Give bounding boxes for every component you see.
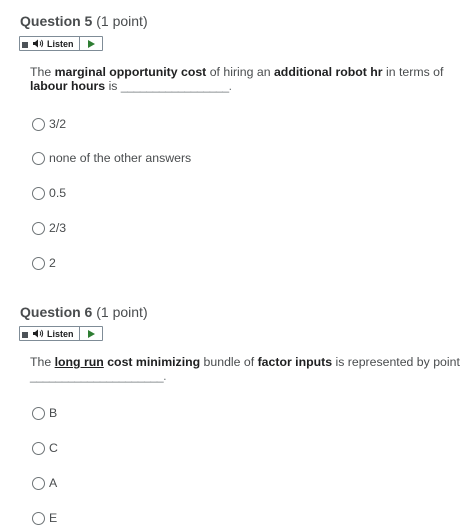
listen-widget: Listen <box>19 326 103 341</box>
choice-q5-2[interactable]: none of the other answers <box>32 151 191 165</box>
question-6-stem: The long run cost minimizing bundle of f… <box>30 355 460 383</box>
choice-q6-3[interactable]: A <box>32 476 57 490</box>
play-button[interactable] <box>80 329 102 338</box>
play-icon <box>87 329 95 338</box>
speaker-icon <box>33 39 44 48</box>
radio-button[interactable] <box>32 117 45 131</box>
speaker-icon <box>33 329 44 338</box>
radio-button[interactable] <box>32 406 45 420</box>
choice-q6-2[interactable]: C <box>32 441 58 455</box>
listen-widget: Listen <box>19 36 103 51</box>
choice-q5-5[interactable]: 2 <box>32 256 56 270</box>
choice-label: 2 <box>49 256 56 270</box>
menu-icon[interactable] <box>20 37 30 50</box>
question-5-header: Question 5 (1 point) <box>20 13 148 29</box>
question-points: (1 point) <box>96 13 148 29</box>
question-6-header: Question 6 (1 point) <box>20 304 148 320</box>
choice-label: none of the other answers <box>49 151 192 165</box>
choice-label: A <box>49 476 58 490</box>
question-title: Question 5 <box>20 13 93 29</box>
choice-label: 0.5 <box>49 186 67 200</box>
listen-label: Listen <box>47 328 74 339</box>
radio-button[interactable] <box>32 221 45 235</box>
choice-q5-1[interactable]: 3/2 <box>32 117 66 131</box>
radio-button[interactable] <box>32 186 45 200</box>
listen-button[interactable]: Listen <box>30 327 80 340</box>
radio-button[interactable] <box>32 476 45 490</box>
question-points: (1 point) <box>96 304 148 320</box>
play-button[interactable] <box>80 39 102 48</box>
choice-label: 2/3 <box>49 221 67 235</box>
choice-label: B <box>49 406 58 420</box>
choice-label: E <box>49 511 58 525</box>
choice-q5-3[interactable]: 0.5 <box>32 186 66 200</box>
choice-label: C <box>49 441 58 455</box>
choice-label: 3/2 <box>49 117 67 131</box>
menu-icon[interactable] <box>20 327 30 340</box>
listen-label: Listen <box>47 38 74 49</box>
choice-q5-4[interactable]: 2/3 <box>32 221 66 235</box>
play-icon <box>87 39 95 48</box>
radio-button[interactable] <box>32 151 45 165</box>
radio-button[interactable] <box>32 511 45 525</box>
choice-q6-4[interactable]: E <box>32 511 57 525</box>
choice-q6-1[interactable]: B <box>32 406 57 420</box>
radio-button[interactable] <box>32 256 45 270</box>
radio-button[interactable] <box>32 441 45 455</box>
listen-button[interactable]: Listen <box>30 37 80 50</box>
question-5-stem: The marginal opportunity cost of hiring … <box>30 65 444 93</box>
question-title: Question 6 <box>20 304 93 320</box>
